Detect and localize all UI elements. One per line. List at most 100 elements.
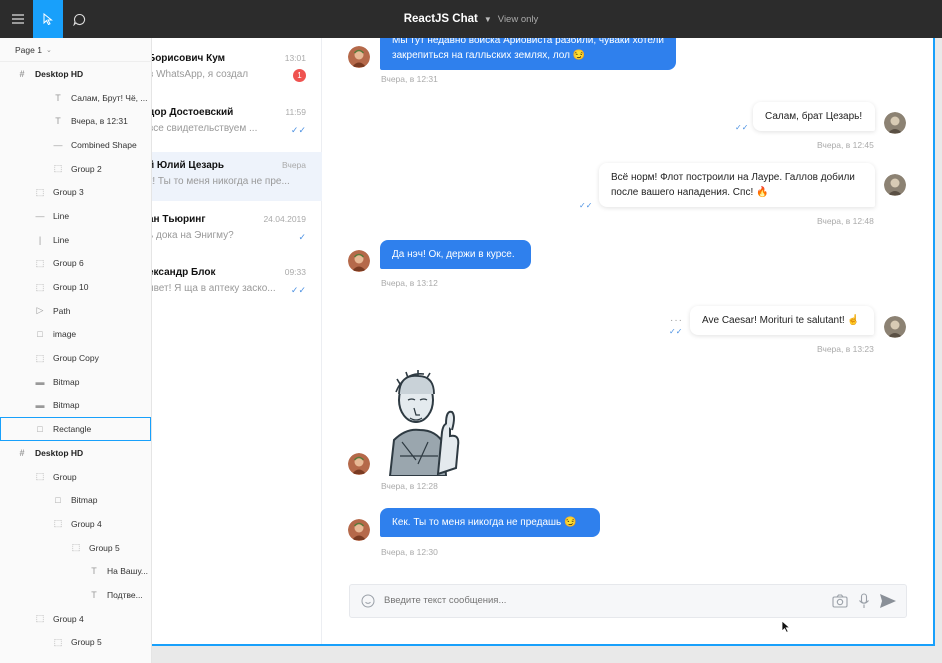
conversation-item[interactable]: Борисович Кум 13:01 в WhatsApp, я создал 1 [152, 45, 322, 94]
view-mode-label: View only [497, 13, 539, 25]
layer-item[interactable]: □ Bitmap [0, 488, 151, 512]
layer-item[interactable]: □ Rectangle [0, 417, 151, 441]
conversation-item[interactable]: дор Достоевский 11:59 все свидетельствуем … [152, 99, 322, 148]
conversation-time: 24.04.2019 [263, 213, 306, 224]
layer-item[interactable]: ⬚ Group 3 [0, 180, 151, 204]
layers-panel: Page 1 ⌄ # Desktop HD T Салам, Брут! Чё, ..… [0, 38, 152, 663]
layer-label: Group 4 [71, 518, 102, 529]
layer-item[interactable]: ▷ Path [0, 299, 151, 323]
rect-icon: □ [37, 329, 43, 340]
layer-item[interactable]: ▬ Bitmap [0, 394, 151, 418]
conversation-time: 09:33 [284, 267, 306, 277]
layer-item[interactable]: — Combined Shape [0, 133, 151, 157]
message-bubble-incoming[interactable]: Мы тут недавно войска Ариовиста разбили,… [380, 38, 676, 70]
check-icon: ✓ [298, 231, 306, 242]
text-icon: T [91, 566, 97, 577]
layer-item[interactable]: ⬚ Group 5 [0, 536, 151, 560]
group-icon: ⬚ [53, 163, 63, 174]
message-preview: ивет! Я ща в аптеку заско... [152, 283, 276, 294]
layer-item[interactable]: ⬚ Group 6 [0, 252, 151, 276]
layer-item[interactable]: ⬚ Group 4 [0, 607, 151, 631]
contact-name: й Юлий Цезарь [152, 160, 225, 171]
more-icon[interactable]: ··· [670, 315, 683, 326]
conversation-time: 13:01 [284, 53, 306, 63]
file-title[interactable]: ReactJS Chat ▼ View only [0, 0, 942, 38]
layer-label: Line [53, 210, 70, 221]
layer-label: Desktop HD [35, 447, 84, 458]
chevron-down-icon[interactable]: ▼ [484, 15, 492, 24]
layer-label: Path [53, 305, 71, 316]
layer-item[interactable]: ⬚ Group 4 [0, 512, 151, 536]
layer-item[interactable]: ⬚ Group 5 [0, 631, 151, 655]
bitmap-icon: ▬ [35, 400, 45, 411]
layer-item[interactable]: □ image [0, 323, 151, 347]
layer-item[interactable]: T Вчера, в 12:31 [0, 109, 151, 133]
layer-item[interactable]: ⬚ Group 2 [0, 157, 151, 181]
bitmap-icon: ▬ [35, 376, 45, 387]
message-bubble-outgoing[interactable]: Салам, брат Цезарь! [753, 102, 875, 131]
frame-icon: # [19, 68, 25, 79]
page-name: Page 1 [15, 44, 42, 55]
message-input[interactable] [384, 595, 784, 606]
message-preview: все свидетельствуем ... [152, 122, 258, 134]
layer-item[interactable]: ⬚ Group Copy [0, 346, 151, 370]
layer-label: Подтве... [107, 589, 143, 600]
message-bubble-outgoing[interactable]: Ave Caesar! Morituri te salutant! ☝ [690, 306, 874, 335]
layer-label: На Вашу... [107, 566, 148, 577]
chevron-down-icon: ⌄ [45, 46, 52, 54]
layer-item[interactable]: T Салам, Брут! Чё, ... [0, 86, 151, 110]
conversation-item[interactable]: ан Тьюринг 24.04.2019 ь дока на Энигму? ✓ [152, 206, 322, 255]
layer-item[interactable]: T На Вашу... [0, 559, 151, 583]
layer-item[interactable]: ⬚ Group [0, 465, 151, 489]
message-time: Вчера, в 12:45 [817, 140, 874, 150]
canvas[interactable]: Борисович Кум 13:01 в WhatsApp, я создал 1 д… [152, 38, 942, 663]
microphone-icon[interactable] [858, 593, 870, 614]
file-name[interactable]: ReactJS Chat [404, 13, 478, 25]
layer-item[interactable]: # Desktop HD [0, 62, 151, 86]
double-check-icon: ✓✓ [735, 123, 749, 132]
artboard[interactable]: Борисович Кум 13:01 в WhatsApp, я создал 1 д… [152, 38, 935, 646]
double-check-icon: ✓✓ [290, 124, 306, 135]
group-icon: ⬚ [35, 613, 45, 624]
vline-icon: | [38, 234, 42, 245]
message-composer [349, 584, 907, 618]
contact-name: Борисович Кум [152, 53, 226, 64]
layer-item[interactable]: | Line [0, 228, 151, 252]
avatar [884, 112, 906, 134]
group-icon: ⬚ [35, 352, 45, 363]
layer-item[interactable]: T Подтве... [0, 583, 151, 607]
layer-item[interactable]: # Desktop HD [0, 441, 151, 465]
page-selector[interactable]: Page 1 ⌄ [0, 38, 151, 62]
avatar [884, 316, 906, 338]
message-bubble-incoming[interactable]: Да нэч! Ок, держи в курсе. [380, 240, 531, 269]
send-icon[interactable] [879, 593, 897, 614]
layer-item[interactable]: ⬚ Group 10 [0, 275, 151, 299]
conversation-list: Борисович Кум 13:01 в WhatsApp, я создал 1 д… [152, 38, 322, 644]
layer-item[interactable]: ▬ Bitmap [0, 370, 151, 394]
chat-panel: Мы тут недавно войска Ариовиста разбили,… [322, 38, 933, 644]
layer-label: image [53, 329, 77, 340]
message-preview: к! Ты то меня никогда не пре... [152, 176, 290, 187]
line-icon: — [35, 210, 45, 221]
group-icon: ⬚ [35, 471, 45, 482]
camera-icon[interactable] [832, 594, 848, 613]
layer-item[interactable]: — Line [0, 204, 151, 228]
layer-label: Bitmap [53, 400, 80, 411]
contact-name: ан Тьюринг [152, 213, 206, 225]
contact-name: дор Достоевский [152, 106, 234, 118]
layer-label: Group 4 [53, 613, 84, 624]
conversation-item[interactable]: й Юлий Цезарь Вчера к! Ты то меня никогда … [152, 152, 322, 201]
message-bubble-outgoing[interactable]: Всё норм! Флот построили на Лауре. Галло… [599, 163, 875, 207]
layer-label: Group [53, 471, 77, 482]
message-time: Вчера, в 12:30 [381, 547, 438, 557]
contact-name: ександр Блок [152, 267, 216, 278]
layer-label: Group 5 [89, 542, 120, 553]
message-preview: ь дока на Энигму? [152, 229, 234, 241]
text-icon: T [55, 92, 61, 103]
conversation-item[interactable]: ександр Блок 09:33 ивет! Я ща в аптеку зас… [152, 259, 322, 308]
avatar [348, 519, 370, 541]
caesar-thumbs-up-sticker[interactable] [380, 364, 462, 477]
emoji-icon[interactable] [361, 594, 375, 613]
double-check-icon: ✓✓ [290, 285, 306, 295]
message-bubble-incoming[interactable]: Кек. Ты то меня никогда не предашь 😏 [380, 508, 600, 537]
